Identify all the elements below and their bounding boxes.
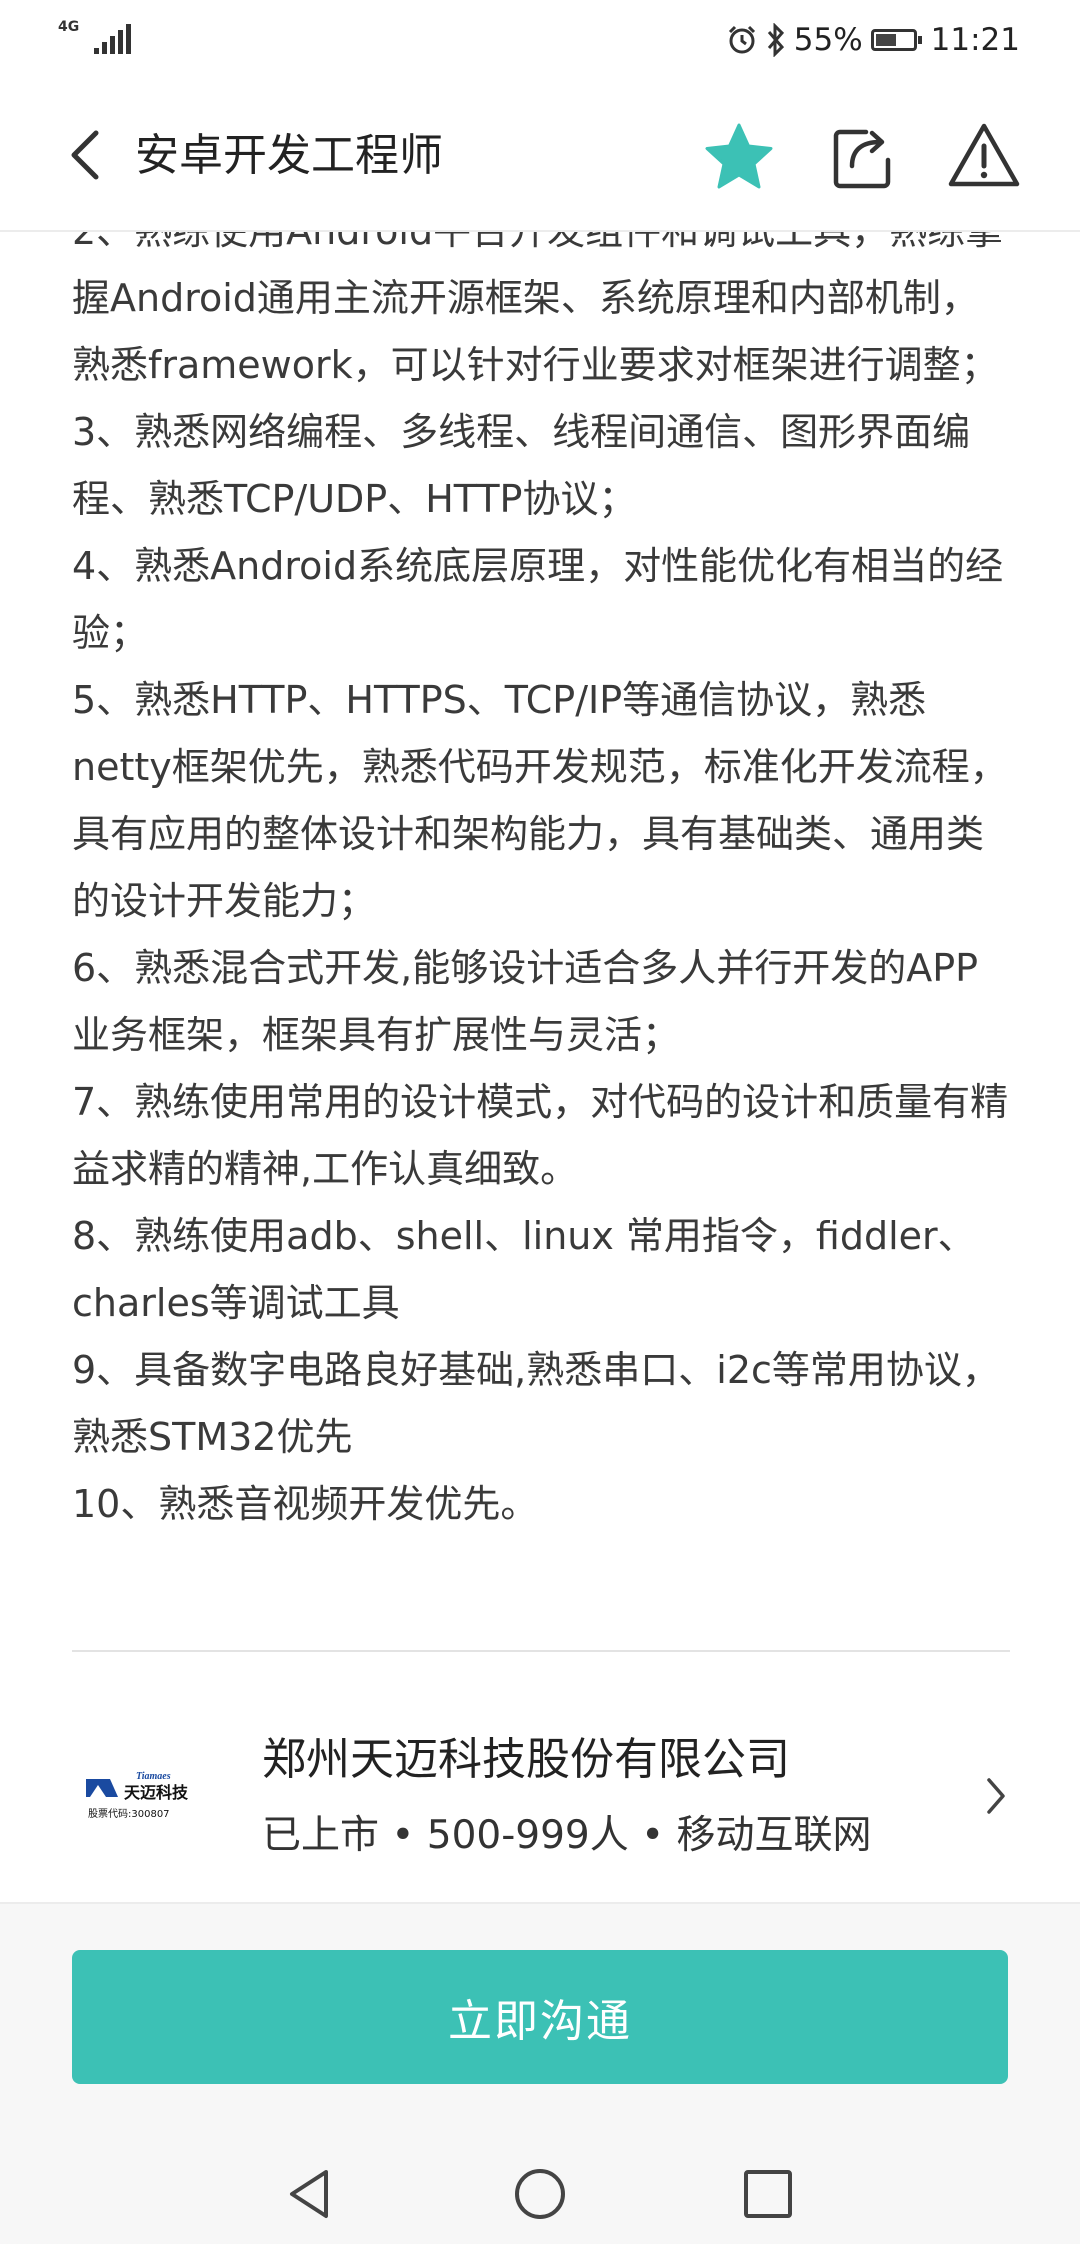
company-logo: Tiamaes 天迈科技 股票代码:300807 bbox=[84, 1769, 208, 1820]
app-bar: 安卓开发工程师 bbox=[0, 80, 1080, 230]
company-card[interactable]: Tiamaes 天迈科技 股票代码:300807 郑州天迈科技股份有限公司 已上… bbox=[0, 1652, 1080, 1902]
battery-percent: 55% bbox=[793, 22, 863, 58]
share-icon[interactable] bbox=[826, 120, 900, 194]
job-description-scroll[interactable]: 2、熟练使用Android平台开发组件和调试工具，熟练掌握Android通用主流… bbox=[72, 232, 1012, 1652]
back-arrow-icon[interactable] bbox=[62, 125, 112, 185]
nav-recent-icon[interactable] bbox=[742, 2168, 794, 2220]
bottom-divider bbox=[0, 1902, 1080, 1904]
nav-back-icon[interactable] bbox=[284, 2166, 334, 2222]
page-title: 安卓开发工程师 bbox=[135, 130, 443, 181]
clock: 11:21 bbox=[930, 22, 1020, 58]
logo-stock: 股票代码:300807 bbox=[88, 1808, 170, 1820]
status-bar: 4G 55% 11:21 bbox=[0, 0, 1080, 80]
chevron-right-icon bbox=[987, 1778, 1005, 1814]
bottom-action-area: 立即沟通 bbox=[0, 1902, 1080, 2244]
bluetooth-icon bbox=[767, 23, 784, 57]
company-name: 郑州天迈科技股份有限公司 bbox=[262, 1734, 790, 1785]
status-right: 55% 11:21 bbox=[726, 18, 1020, 62]
job-description-text: 2、熟练使用Android平台开发组件和调试工具，熟练掌握Android通用主流… bbox=[72, 232, 1009, 1526]
alarm-icon bbox=[728, 25, 755, 54]
network-type: 4G bbox=[58, 19, 80, 35]
system-nav-bar bbox=[0, 2136, 1080, 2244]
star-icon[interactable] bbox=[702, 120, 776, 194]
chat-now-button[interactable]: 立即沟通 bbox=[72, 1950, 1008, 2084]
warning-icon[interactable] bbox=[946, 118, 1022, 194]
nav-home-icon[interactable] bbox=[512, 2166, 568, 2222]
signal-icon: 4G bbox=[58, 18, 131, 58]
logo-name: 天迈科技 bbox=[124, 1783, 189, 1802]
logo-brand: Tiamaes bbox=[136, 1771, 171, 1782]
battery-icon bbox=[870, 29, 922, 51]
company-meta: 已上市 • 500-999人 • 移动互联网 bbox=[262, 1813, 872, 1858]
